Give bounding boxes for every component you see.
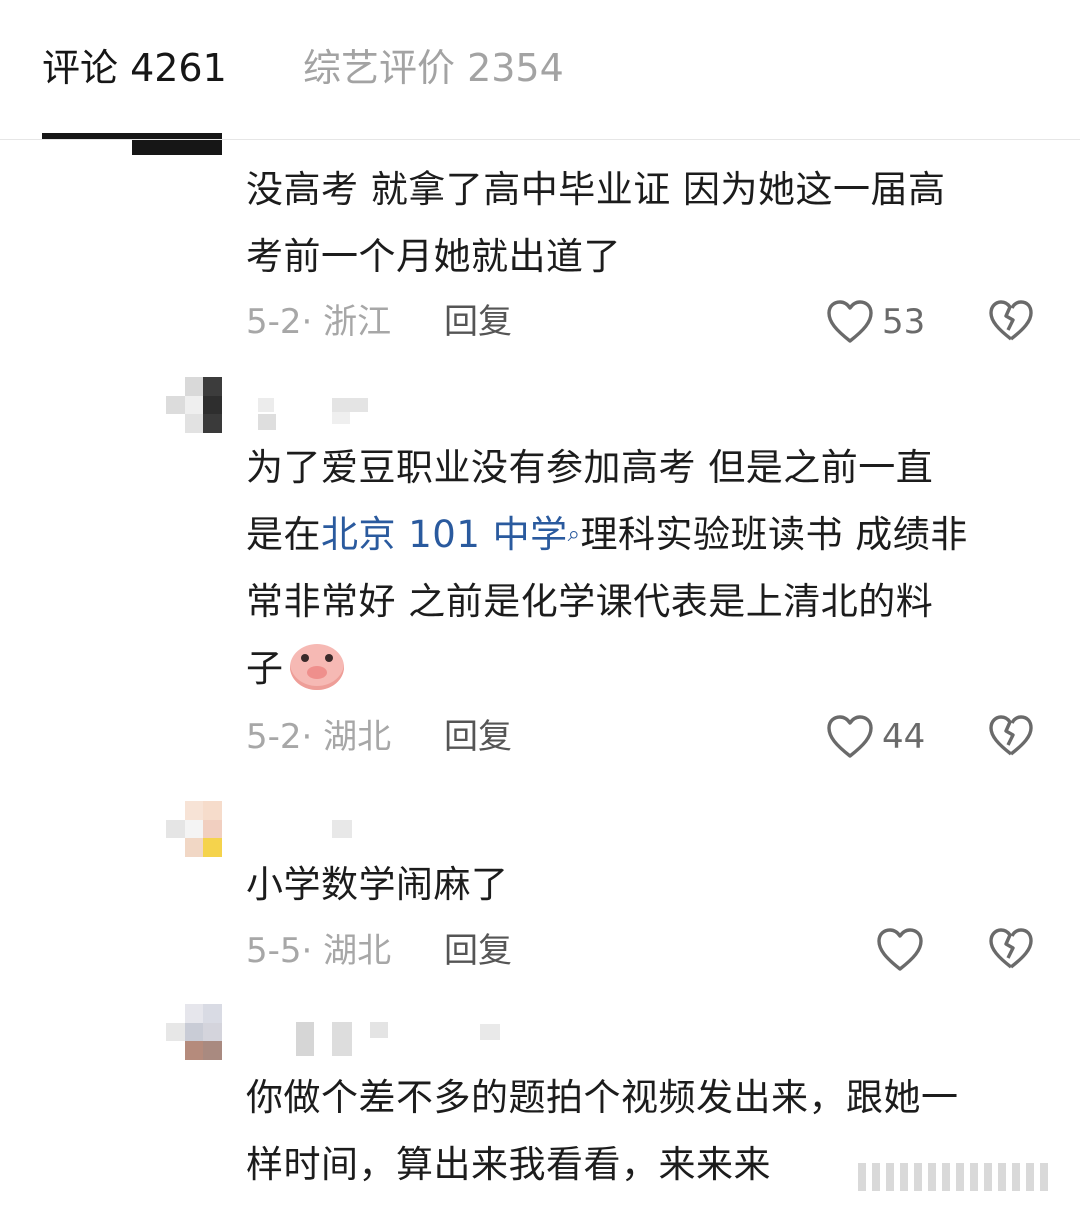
like-count: 44 xyxy=(882,717,926,757)
text-segment: 子 xyxy=(246,647,284,690)
heart-outline-icon xyxy=(876,927,924,973)
comment-text-line: 你做个差不多的题拍个视频发出来，跟她一 xyxy=(246,1076,959,1119)
comment-date: 5-2 xyxy=(246,302,302,342)
comment-text-line: 为了爱豆职业没有参加高考 但是之前一直 xyxy=(246,446,934,489)
username-blurred[interactable] xyxy=(246,1022,506,1056)
meta-separator: · xyxy=(301,717,313,757)
comment-date: 5-2 xyxy=(246,717,302,757)
dislike-button[interactable] xyxy=(988,927,1034,971)
username-blurred[interactable] xyxy=(246,398,376,432)
comment-text: 小学数学闹麻了 xyxy=(246,851,1036,918)
avatar[interactable] xyxy=(166,377,222,433)
broken-heart-icon xyxy=(988,299,1034,343)
like-button[interactable]: 44 xyxy=(826,714,925,760)
meta-separator: · xyxy=(301,931,313,971)
heart-outline-icon xyxy=(826,714,874,760)
broken-heart-icon xyxy=(988,927,1034,971)
search-link[interactable]: 北京 101 中学 xyxy=(321,513,568,556)
reply-button[interactable]: 回复 xyxy=(444,715,512,759)
comment-meta: 5-2· 浙江 xyxy=(246,300,391,344)
comment-tabs: 评论 4261 综艺评价 2354 xyxy=(0,0,1080,155)
comment-region: 湖北 xyxy=(323,931,392,971)
comment-region: 湖北 xyxy=(323,717,392,757)
pig-face-emoji xyxy=(289,643,344,690)
watermark xyxy=(858,1163,1048,1191)
comment-text-line: 是在北京 101 中学⌕理科实验班读书 成绩非 xyxy=(246,501,1036,568)
tab-variety-reviews[interactable]: 综艺评价 2354 xyxy=(303,42,564,94)
like-button[interactable] xyxy=(876,927,924,973)
username-blurred[interactable] xyxy=(246,820,352,854)
comment-text-line: 子 xyxy=(246,635,1036,702)
text-segment: 是在 xyxy=(246,513,321,556)
comment-meta: 5-5· 湖北 xyxy=(246,929,391,973)
comment-text-line: 考前一个月她就出道了 xyxy=(246,235,621,278)
meta-separator: · xyxy=(301,302,313,342)
avatar[interactable] xyxy=(166,801,222,857)
text-segment: 理科实验班读书 成绩非 xyxy=(580,513,968,556)
comment-text: 没高考 就拿了高中毕业证 因为她这一届高 考前一个月她就出道了 xyxy=(246,156,1036,290)
comment-meta: 5-2· 湖北 xyxy=(246,715,391,759)
like-button[interactable]: 53 xyxy=(826,299,925,345)
comment-date: 5-5 xyxy=(246,931,302,971)
comment-text-line: 常非常好 之前是化学课代表是上清北的料 xyxy=(246,580,934,623)
dislike-button[interactable] xyxy=(988,714,1034,758)
tabs-divider xyxy=(0,139,1080,140)
avatar[interactable] xyxy=(166,1004,222,1060)
like-count: 53 xyxy=(882,302,926,342)
broken-heart-icon xyxy=(988,714,1034,758)
comment-text-line: 小学数学闹麻了 xyxy=(246,863,509,906)
reply-button[interactable]: 回复 xyxy=(444,929,512,973)
dislike-button[interactable] xyxy=(988,299,1034,343)
reply-button[interactable]: 回复 xyxy=(444,300,512,344)
tab-comments[interactable]: 评论 4261 xyxy=(42,42,227,94)
comment-region: 浙江 xyxy=(323,302,392,342)
comment-text: 为了爱豆职业没有参加高考 但是之前一直 是在北京 101 中学⌕理科实验班读书 … xyxy=(246,434,1036,702)
search-icon[interactable]: ⌕ xyxy=(568,522,581,547)
heart-outline-icon xyxy=(826,299,874,345)
comment-text-line: 没高考 就拿了高中毕业证 因为她这一届高 xyxy=(246,168,946,211)
